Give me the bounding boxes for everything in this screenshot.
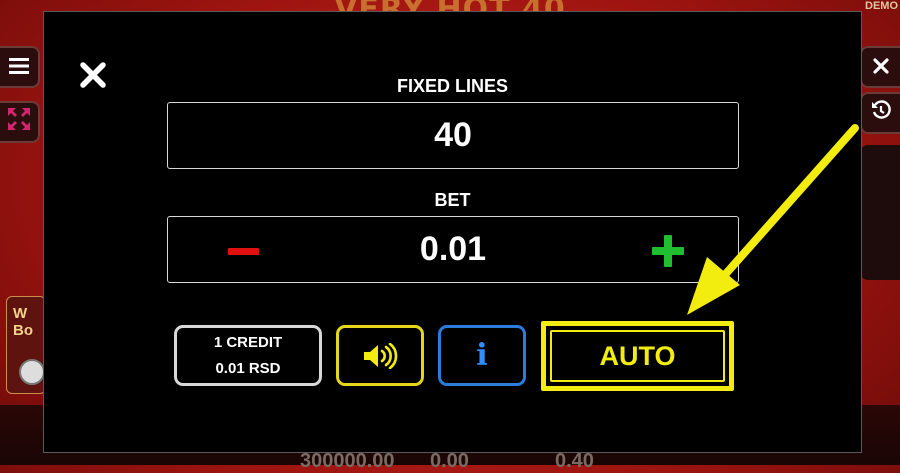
history-button[interactable]	[860, 92, 900, 134]
bonus-widget-line1: W	[13, 305, 28, 322]
auto-button-label: AUTO	[599, 340, 676, 371]
bonus-widget-line2: Bo	[13, 322, 33, 339]
auto-button[interactable]: AUTO	[541, 321, 734, 391]
bet-label: BET	[434, 190, 471, 210]
fullscreen-arrows-icon	[8, 108, 30, 136]
speaker-icon	[364, 342, 398, 369]
close-game-button[interactable]	[860, 46, 900, 88]
credit-line-2: 0.01 RSD	[215, 360, 281, 377]
fullscreen-button[interactable]	[0, 101, 40, 143]
demo-label: DEMO	[865, 0, 898, 12]
bonus-toggle[interactable]	[19, 359, 45, 385]
hamburger-menu-icon	[9, 54, 29, 80]
fixed-lines-value: 40	[434, 116, 472, 154]
fixed-lines-label: FIXED LINES	[396, 76, 508, 96]
bet-settings-modal: FIXED LINES 40 BET 0.01 1 CREDIT 0.01 RS…	[43, 11, 862, 453]
bonus-widget[interactable]: W Bo	[6, 296, 46, 394]
sound-button[interactable]	[336, 325, 424, 386]
credit-line-1: 1 CREDIT	[213, 334, 283, 351]
info-button[interactable]: i	[438, 325, 526, 386]
menu-button[interactable]	[0, 46, 40, 88]
increase-bet-button[interactable]	[652, 235, 684, 267]
bet-field: 0.01	[167, 216, 739, 283]
info-icon: i	[476, 338, 488, 373]
bottom-value-balance: 300000.00	[300, 450, 395, 472]
credit-value-box[interactable]: 1 CREDIT 0.01 RSD	[174, 325, 322, 386]
close-icon	[873, 54, 889, 80]
fixed-lines-field: 40	[167, 102, 739, 169]
decrease-bet-button[interactable]	[228, 248, 259, 255]
history-icon	[871, 100, 891, 126]
bet-value: 0.01	[419, 230, 487, 268]
bottom-value-bet: 0.40	[555, 450, 594, 472]
right-side-panel	[860, 145, 900, 280]
bottom-value-win: 0.00	[430, 450, 469, 472]
